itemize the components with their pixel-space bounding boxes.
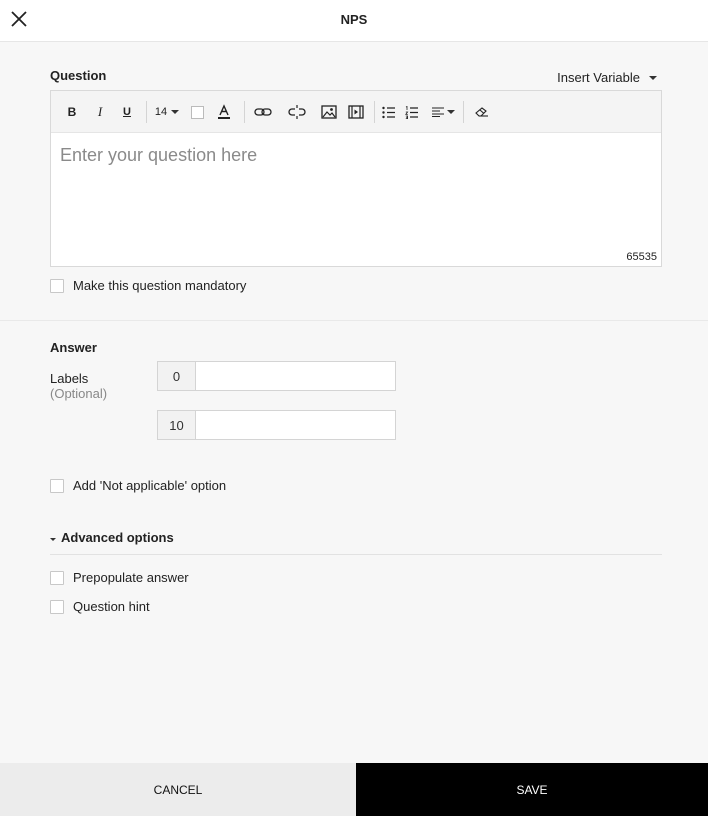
min-label-input-group: 0: [157, 361, 396, 391]
align-left-icon: [431, 107, 444, 117]
insert-image-button[interactable]: [320, 101, 338, 123]
answer-label: Answer: [50, 340, 97, 355]
question-editor: B I U 14 Enter your question here 65535: [50, 90, 662, 267]
video-icon: [348, 105, 364, 119]
footer-actions: CANCEL SAVE: [0, 763, 708, 816]
chevron-down-icon: [649, 75, 657, 80]
prepopulate-checkbox-row[interactable]: Prepopulate answer: [50, 570, 189, 585]
optional-label: (Optional): [50, 386, 108, 401]
question-hint-checkbox[interactable]: [50, 599, 64, 614]
editor-toolbar: B I U 14: [51, 91, 661, 133]
character-count: 65535: [626, 251, 657, 263]
font-size-dropdown[interactable]: 14: [153, 101, 181, 123]
insert-link-button[interactable]: [253, 101, 273, 123]
insert-variable-label: Insert Variable: [557, 70, 640, 85]
font-size-value: 14: [154, 106, 168, 118]
chevron-down-icon: [171, 110, 180, 114]
prepopulate-checkbox[interactable]: [50, 570, 64, 585]
question-label: Question: [50, 68, 107, 83]
clear-formatting-button[interactable]: [473, 101, 491, 123]
max-label-field[interactable]: [196, 411, 395, 439]
toolbar-divider: [244, 101, 245, 123]
min-label-prefix: 0: [158, 362, 196, 390]
numbered-list-icon: [405, 105, 418, 119]
not-applicable-checkbox-row[interactable]: Add 'Not applicable' option: [50, 478, 226, 493]
not-applicable-checkbox[interactable]: [50, 478, 64, 493]
toolbar-divider: [146, 101, 147, 123]
numbered-list-button[interactable]: [404, 101, 420, 123]
min-label-field[interactable]: [196, 362, 395, 390]
question-hint-checkbox-row[interactable]: Question hint: [50, 599, 150, 614]
toolbar-divider: [463, 101, 464, 123]
top-bar: NPS: [0, 0, 708, 42]
mandatory-checkbox[interactable]: [50, 278, 64, 293]
toolbar-divider: [374, 101, 375, 123]
background-color-button[interactable]: [189, 101, 205, 123]
advanced-options-label: Advanced options: [61, 530, 174, 545]
text-color-icon: [218, 104, 230, 119]
link-icon: [254, 108, 272, 116]
insert-variable-dropdown[interactable]: Insert Variable: [557, 70, 657, 85]
prepopulate-label: Prepopulate answer: [73, 570, 189, 585]
question-section: Question Insert Variable B I U 14 Enter …: [0, 42, 708, 321]
max-label-prefix: 10: [158, 411, 196, 439]
advanced-options-toggle[interactable]: Advanced options: [50, 530, 662, 555]
text-color-button[interactable]: [216, 101, 232, 123]
page-title: NPS: [340, 12, 368, 27]
insert-video-button[interactable]: [347, 101, 365, 123]
bulleted-list-button[interactable]: [381, 101, 397, 123]
mandatory-checkbox-row[interactable]: Make this question mandatory: [50, 278, 246, 293]
bullet-list-icon: [382, 106, 395, 118]
chevron-down-icon: [50, 538, 56, 541]
unlink-icon: [288, 105, 306, 119]
question-text-area[interactable]: Enter your question here 65535: [51, 133, 661, 266]
bold-button[interactable]: B: [65, 101, 79, 123]
alignment-dropdown[interactable]: [431, 101, 455, 123]
mandatory-label: Make this question mandatory: [73, 278, 247, 293]
labels-label: Labels: [50, 371, 89, 386]
eraser-icon: [475, 107, 488, 117]
save-button[interactable]: SAVE: [356, 763, 708, 816]
cancel-button[interactable]: CANCEL: [0, 763, 356, 816]
chevron-down-icon: [446, 110, 455, 114]
max-label-input-group: 10: [157, 410, 396, 440]
question-hint-label: Question hint: [73, 599, 150, 614]
not-applicable-label: Add 'Not applicable' option: [73, 478, 227, 493]
italic-button[interactable]: I: [93, 101, 107, 123]
question-placeholder: Enter your question here: [60, 145, 258, 165]
color-swatch-icon: [190, 105, 204, 119]
remove-link-button[interactable]: [287, 101, 307, 123]
underline-button[interactable]: U: [120, 101, 134, 123]
image-icon: [321, 105, 337, 119]
